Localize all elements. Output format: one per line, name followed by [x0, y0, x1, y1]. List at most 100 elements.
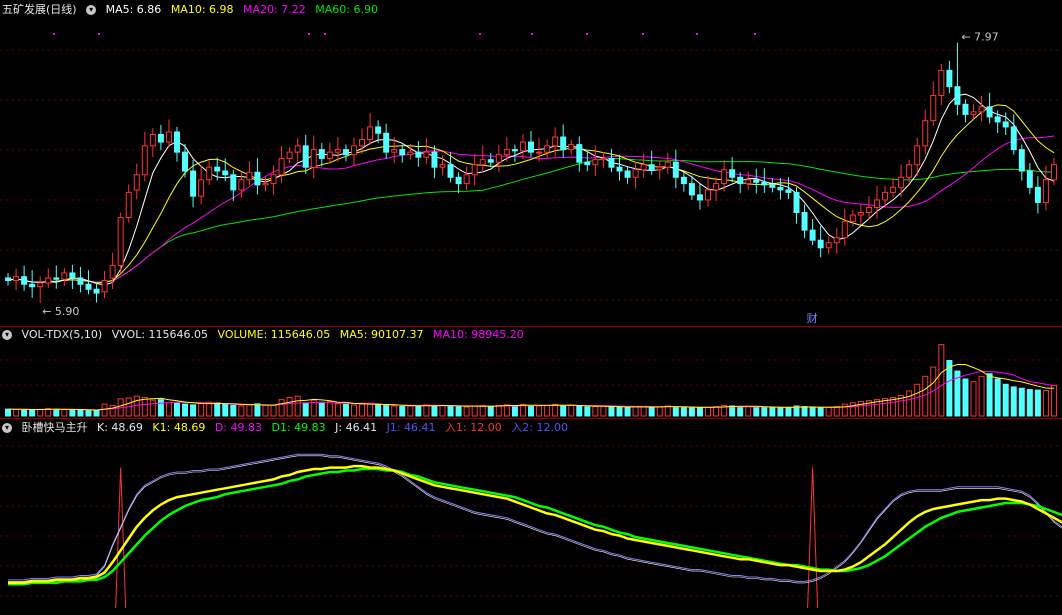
volume-bar-down [608, 406, 615, 417]
volume-bar-down [21, 409, 28, 417]
in2-label: 入2: 12.00 [511, 421, 568, 434]
candle-up [544, 145, 551, 153]
ma60-label: MA60: 6.90 [315, 3, 378, 16]
candle-down [1026, 170, 1033, 188]
candle-up [471, 164, 478, 176]
candle-up [640, 164, 647, 171]
volume-bar-down [624, 407, 631, 417]
candle-down [1002, 121, 1009, 128]
volume-bar-down [77, 409, 84, 417]
candle-down [230, 174, 237, 191]
candle-up [721, 169, 728, 185]
vol-ma5-label: MA5: 90107.37 [339, 328, 424, 341]
volume-bar-down [431, 405, 438, 417]
candle-down [809, 229, 816, 241]
volume-bar-up [423, 404, 430, 417]
candle-up [479, 159, 486, 166]
volume-bar-up [407, 405, 414, 417]
candle-up [125, 191, 132, 219]
volume-bar-up [479, 404, 486, 417]
candle-down [222, 170, 229, 176]
candle-down [455, 176, 462, 185]
volume-label: VOLUME: 115646.05 [217, 328, 331, 341]
volume-bar-down [680, 407, 687, 417]
candle-up [882, 191, 889, 201]
volume-bar-down [761, 406, 768, 417]
panel-divider-2 [0, 418, 1062, 419]
candle-down [182, 151, 189, 172]
volume-bar-down [1018, 387, 1025, 417]
d-label: D: 49.83 [214, 421, 262, 434]
volume-bar-up [705, 406, 712, 417]
candle-down [29, 283, 36, 288]
high-price-label: ← 7.97 [961, 31, 998, 44]
volume-indicator-name[interactable]: VOL-TDX(5,10) [22, 328, 103, 341]
candle-up [600, 157, 607, 161]
settings-icon[interactable]: ▾ [2, 330, 12, 340]
volume-bar-up [278, 399, 285, 417]
volume-bar-down [616, 406, 623, 417]
candle-down [93, 288, 100, 294]
candle-up [705, 189, 712, 201]
volume-bar-down [157, 399, 164, 417]
volume-ma10-line [7, 370, 1055, 411]
candle-up [198, 179, 205, 197]
candle-up [439, 164, 446, 168]
candle-down [672, 161, 679, 178]
volume-bar-down [318, 401, 325, 417]
signal-dot [642, 33, 644, 35]
volume-bar-up [463, 406, 470, 417]
signal-dot [586, 33, 588, 35]
candle-down [254, 171, 261, 186]
volume-bar-up [503, 404, 510, 417]
volume-bar-up [109, 404, 116, 417]
settings-icon[interactable]: ▾ [2, 423, 12, 433]
volume-bar-up [568, 404, 575, 417]
candle-up [37, 282, 44, 288]
chart-stage: ← 7.97 ← 5.90 财 五矿发展(日线) ▾ MA5: 6.86 MA10:… [0, 0, 1062, 612]
in1-label: 入1: 12.00 [445, 421, 502, 434]
candle-down [302, 145, 309, 168]
volume-bar-down [93, 410, 100, 417]
stock-name[interactable]: 五矿发展(日线) [2, 3, 77, 16]
volume-bar-down [415, 404, 422, 417]
candle-down [777, 186, 784, 191]
price-header: 五矿发展(日线) ▾ MA5: 6.86 MA10: 6.98 MA20: 7.… [2, 2, 384, 18]
volume-bar-down [182, 403, 189, 417]
volume-bar-up [61, 409, 68, 417]
candle-down [737, 176, 744, 185]
volume-bar-up [246, 404, 253, 417]
candle-down [1010, 126, 1017, 151]
candle-down [1034, 186, 1041, 203]
settings-icon[interactable]: ▾ [86, 5, 97, 15]
volume-bar-down [737, 406, 744, 417]
volume-bar-up [640, 405, 647, 417]
volume-bar-up [149, 399, 156, 417]
candle-up [930, 95, 937, 122]
volume-bar-down [528, 404, 534, 417]
candle-up [978, 106, 985, 113]
candle-down [77, 277, 84, 285]
volume-bar-up [938, 344, 945, 417]
candle-down [576, 144, 583, 163]
volume-bar-down [455, 406, 462, 417]
volume-bar-down [817, 407, 824, 417]
candle-up [101, 279, 108, 293]
volume-bar-up [391, 405, 398, 417]
candle-up [1050, 164, 1057, 181]
volume-bar-up [1050, 384, 1057, 417]
candle-up [334, 149, 341, 153]
volume-bar-down [696, 407, 703, 417]
candle-up [664, 161, 671, 168]
volume-bar-down [173, 402, 180, 417]
volume-bar-up [745, 405, 752, 417]
candle-down [688, 183, 695, 196]
volume-bar-down [648, 406, 655, 417]
volume-bar-down [487, 405, 494, 417]
indicator-name[interactable]: 卧槽快马主升 [22, 421, 88, 434]
indicator-header: ▾ 卧槽快马主升 K: 48.69 K1: 48.69 D: 49.83 D1:… [2, 420, 574, 436]
candle-up [592, 159, 599, 166]
volume-bar-up [326, 400, 333, 417]
volume-bar-up [849, 402, 856, 417]
candle-up [495, 154, 502, 163]
